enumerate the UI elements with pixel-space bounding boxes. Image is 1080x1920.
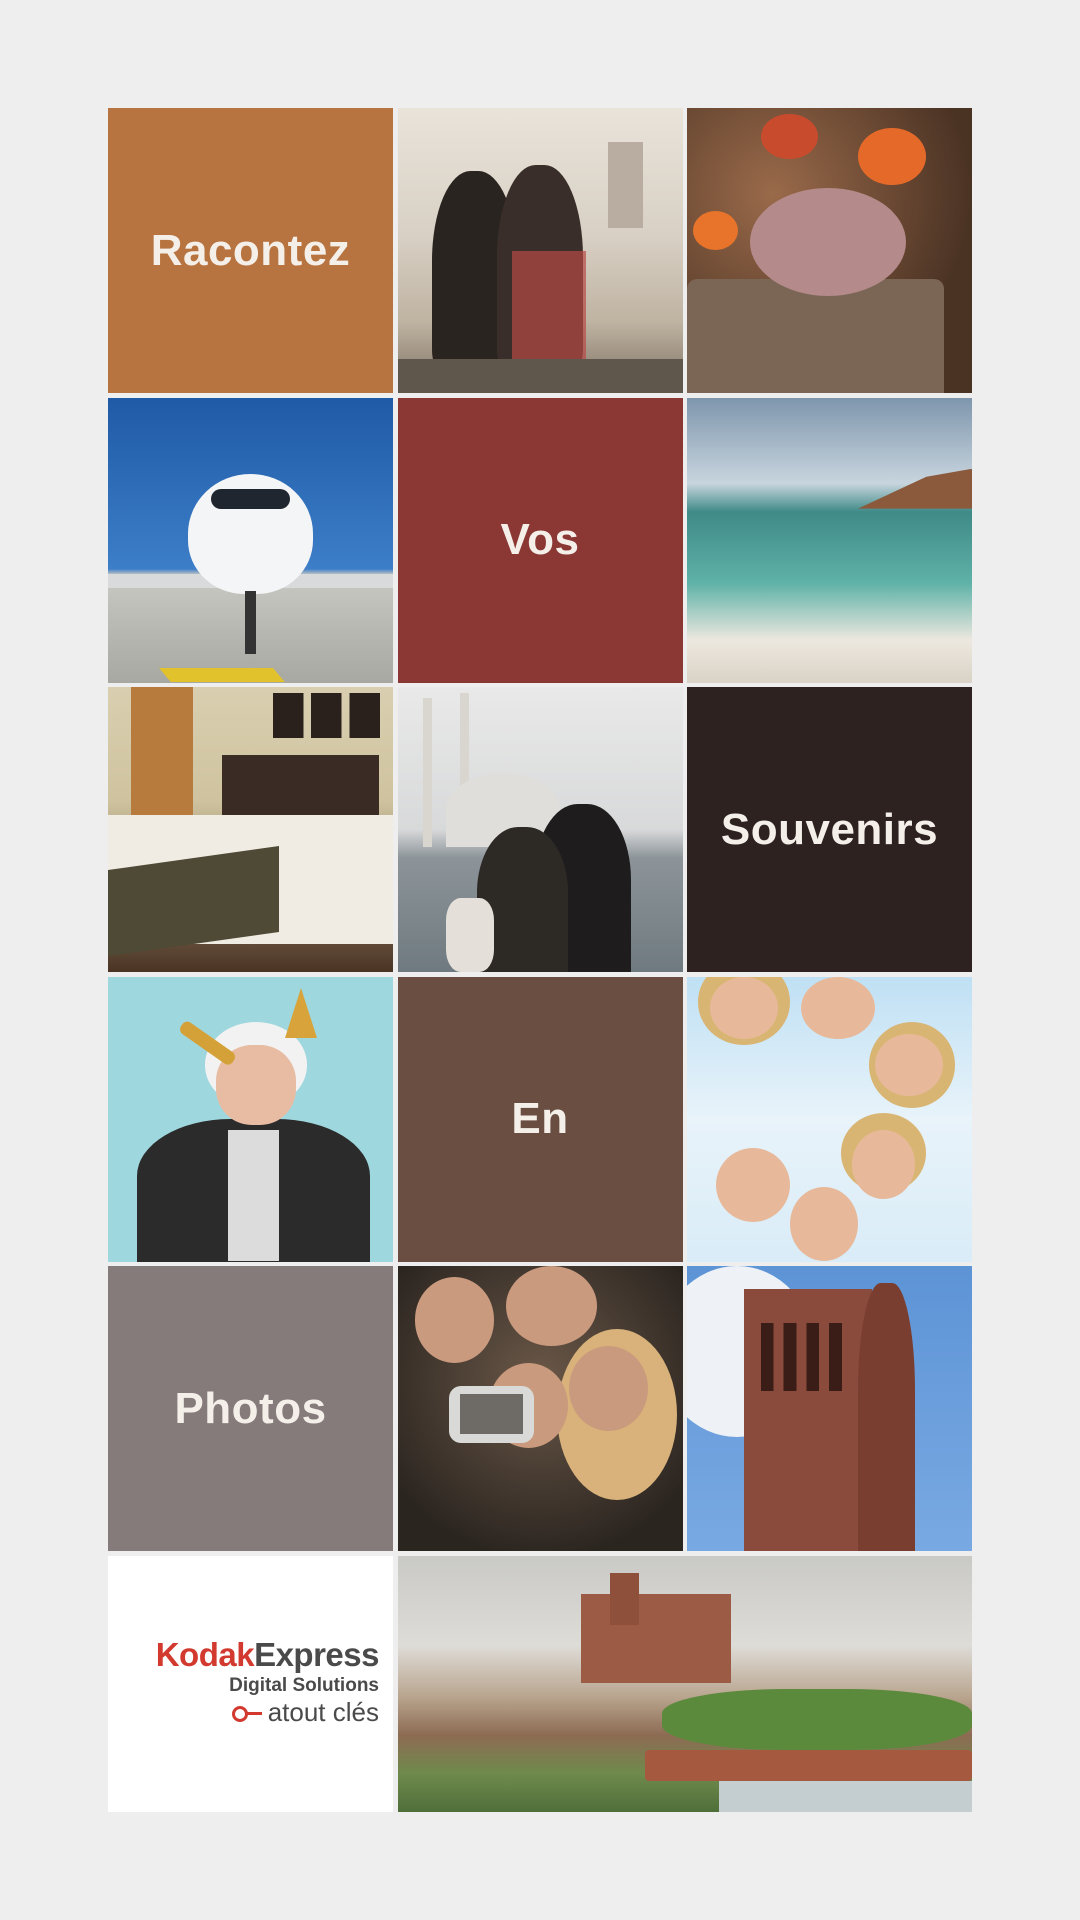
word-tile-racontez: Racontez [108, 108, 393, 393]
photo-private-jet [108, 397, 393, 683]
photo-hotel-bedroom [108, 687, 393, 972]
photo-pumpkins-baskets [687, 108, 972, 393]
word-vos: Vos [500, 515, 580, 564]
photo-party-grandma [108, 976, 393, 1262]
word-tile-souvenirs: Souvenirs [687, 687, 972, 972]
photo-beach-waves [687, 397, 972, 683]
word-photos: Photos [174, 1383, 327, 1433]
kodak-express-logo: KodakExpress Digital Solutions atout clé… [124, 1635, 380, 1728]
logo-express-text: Express [254, 1635, 379, 1673]
logo-atout-cles: atout clés [267, 1696, 379, 1727]
photo-friends-selfie [397, 1266, 683, 1551]
word-tile-en: En [397, 976, 683, 1262]
photo-couple-mosque [397, 687, 683, 972]
logo-kodak-text: Kodak [155, 1635, 255, 1673]
kodak-express-logo-tile: KodakExpress Digital Solutions atout clé… [108, 1555, 393, 1812]
photo-albi-panorama [397, 1555, 972, 1812]
word-en: En [511, 1094, 569, 1143]
word-tile-photos: Photos [108, 1266, 393, 1551]
photo-couple-rock [397, 108, 683, 393]
word-souvenirs: Souvenirs [720, 804, 939, 854]
key-icon [231, 1703, 262, 1722]
photo-cathedral-tower [687, 1266, 972, 1551]
photo-mosaic: Racontez Vos Souvenirs En Photos KodakEx… [108, 108, 972, 1812]
word-tile-vos: Vos [397, 397, 683, 683]
word-racontez: Racontez [150, 225, 351, 275]
logo-digital-solutions: Digital Solutions [229, 1674, 379, 1696]
photo-family-from-below [687, 976, 972, 1262]
